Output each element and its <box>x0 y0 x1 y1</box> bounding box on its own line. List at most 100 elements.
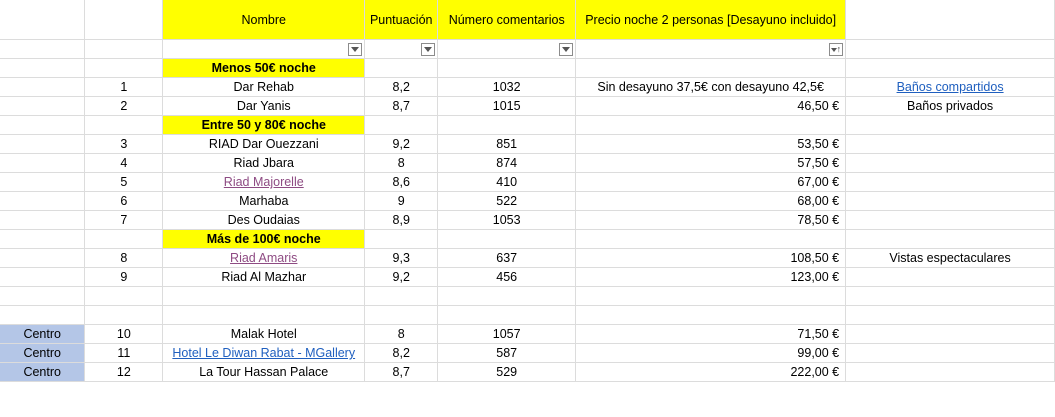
hotel-name[interactable]: Marhaba <box>162 191 366 211</box>
cell[interactable] <box>0 39 86 59</box>
zone[interactable]: Centro <box>0 343 86 363</box>
score[interactable]: 8,6 <box>364 172 439 192</box>
price[interactable]: 53,50 € <box>575 134 847 154</box>
filter-row: ↑ <box>0 39 1055 59</box>
zone[interactable]: Centro <box>0 362 86 382</box>
zone[interactable]: Centro <box>0 324 86 344</box>
row-number[interactable]: 2 <box>84 96 164 116</box>
row-number[interactable]: 8 <box>84 248 164 268</box>
filter-cell-precio[interactable]: ↑ <box>575 39 847 59</box>
score[interactable]: 8 <box>364 324 439 344</box>
score[interactable]: 9,3 <box>364 248 439 268</box>
header-comentarios[interactable]: Número comentarios <box>437 0 577 40</box>
group-label[interactable]: Entre 50 y 80€ noche <box>162 115 366 135</box>
comment-count[interactable]: 1053 <box>437 210 577 230</box>
row-number[interactable]: 5 <box>84 172 164 192</box>
price[interactable]: 108,50 € <box>575 248 847 268</box>
row-number[interactable]: 1 <box>84 77 164 97</box>
cell[interactable] <box>0 0 86 40</box>
header-precio[interactable]: Precio noche 2 personas [Desayuno inclui… <box>575 0 847 40</box>
row-number[interactable]: 12 <box>84 362 164 382</box>
hotel-link[interactable]: Riad Amaris <box>230 251 297 265</box>
comment-count[interactable]: 522 <box>437 191 577 211</box>
price[interactable]: 222,00 € <box>575 362 847 382</box>
comment-count[interactable]: 1032 <box>437 77 577 97</box>
note[interactable]: Vistas espectaculares <box>845 248 1055 268</box>
note[interactable]: Baños compartidos <box>845 77 1055 97</box>
filter-cell-puntuacion[interactable] <box>364 39 439 59</box>
price[interactable]: 71,50 € <box>575 324 847 344</box>
header-puntuacion[interactable]: Puntuación <box>364 0 439 40</box>
group-label[interactable]: Menos 50€ noche <box>162 58 366 78</box>
hotel-name[interactable]: Riad Al Mazhar <box>162 267 366 287</box>
hotel-name[interactable]: Riad Jbara <box>162 153 366 173</box>
comment-count[interactable]: 637 <box>437 248 577 268</box>
hotel-name[interactable]: Riad Amaris <box>162 248 366 268</box>
row-number[interactable]: 6 <box>84 191 164 211</box>
hotel-name[interactable]: Dar Rehab <box>162 77 366 97</box>
filter-dropdown-icon[interactable] <box>559 43 574 57</box>
score[interactable]: 8,9 <box>364 210 439 230</box>
hotel-name[interactable]: RIAD Dar Ouezzani <box>162 134 366 154</box>
price[interactable]: 67,00 € <box>575 172 847 192</box>
comment-count[interactable]: 529 <box>437 362 577 382</box>
price[interactable]: 46,50 € <box>575 96 847 116</box>
header-nombre[interactable]: Nombre <box>162 0 366 40</box>
price[interactable]: 68,00 € <box>575 191 847 211</box>
group-label[interactable]: Más de 100€ noche <box>162 229 366 249</box>
cell[interactable] <box>84 39 164 59</box>
cell[interactable] <box>845 39 1055 59</box>
score[interactable]: 9,2 <box>364 134 439 154</box>
comment-count[interactable]: 1057 <box>437 324 577 344</box>
score[interactable]: 8,7 <box>364 362 439 382</box>
hotel-name[interactable]: Riad Majorelle <box>162 172 366 192</box>
price[interactable]: Sin desayuno 37,5€ con desayuno 42,5€ <box>575 77 847 97</box>
score[interactable]: 9 <box>364 191 439 211</box>
row-number[interactable]: 11 <box>84 343 164 363</box>
filter-cell-comentarios[interactable] <box>437 39 577 59</box>
price[interactable]: 57,50 € <box>575 153 847 173</box>
hotel-link[interactable]: Riad Majorelle <box>224 175 304 189</box>
row-number[interactable]: 4 <box>84 153 164 173</box>
table-row: 4 Riad Jbara 8 874 57,50 € <box>0 153 1055 173</box>
cell[interactable] <box>845 0 1055 40</box>
cell[interactable] <box>84 0 164 40</box>
hotel-name[interactable]: Malak Hotel <box>162 324 366 344</box>
row-number[interactable]: 9 <box>84 267 164 287</box>
price[interactable]: 99,00 € <box>575 343 847 363</box>
hotel-name[interactable]: Hotel Le Diwan Rabat - MGallery <box>162 343 366 363</box>
score[interactable]: 8 <box>364 153 439 173</box>
row-number[interactable]: 7 <box>84 210 164 230</box>
group-row: Entre 50 y 80€ noche <box>0 115 1055 135</box>
filter-cell-nombre[interactable] <box>162 39 366 59</box>
comment-count[interactable]: 587 <box>437 343 577 363</box>
note-link[interactable]: Baños compartidos <box>897 80 1004 94</box>
comment-count[interactable]: 410 <box>437 172 577 192</box>
table-row: Centro 10 Malak Hotel 8 1057 71,50 € <box>0 324 1055 344</box>
score[interactable]: 8,2 <box>364 77 439 97</box>
row-number[interactable]: 10 <box>84 324 164 344</box>
sort-ascending-filter-icon[interactable]: ↑ <box>829 43 844 57</box>
table-row: 8 Riad Amaris 9,3 637 108,50 € Vistas es… <box>0 248 1055 268</box>
row-number[interactable]: 3 <box>84 134 164 154</box>
table-row: 6 Marhaba 9 522 68,00 € <box>0 191 1055 211</box>
comment-count[interactable]: 874 <box>437 153 577 173</box>
comment-count[interactable]: 851 <box>437 134 577 154</box>
empty-row <box>0 305 1055 325</box>
hotel-link[interactable]: Hotel Le Diwan Rabat - MGallery <box>172 346 355 360</box>
group-row: Menos 50€ noche <box>0 58 1055 78</box>
score[interactable]: 8,2 <box>364 343 439 363</box>
price[interactable]: 78,50 € <box>575 210 847 230</box>
score[interactable]: 8,7 <box>364 96 439 116</box>
price[interactable]: 123,00 € <box>575 267 847 287</box>
comment-count[interactable]: 1015 <box>437 96 577 116</box>
comment-count[interactable]: 456 <box>437 267 577 287</box>
filter-dropdown-icon[interactable] <box>421 43 436 57</box>
filter-dropdown-icon[interactable] <box>348 43 363 57</box>
hotel-name[interactable]: Des Oudaias <box>162 210 366 230</box>
score[interactable]: 9,2 <box>364 267 439 287</box>
hotel-name[interactable]: Dar Yanis <box>162 96 366 116</box>
spreadsheet-grid: Nombre Puntuación Número comentarios Pre… <box>0 0 1055 382</box>
hotel-name[interactable]: La Tour Hassan Palace <box>162 362 366 382</box>
note[interactable]: Baños privados <box>845 96 1055 116</box>
